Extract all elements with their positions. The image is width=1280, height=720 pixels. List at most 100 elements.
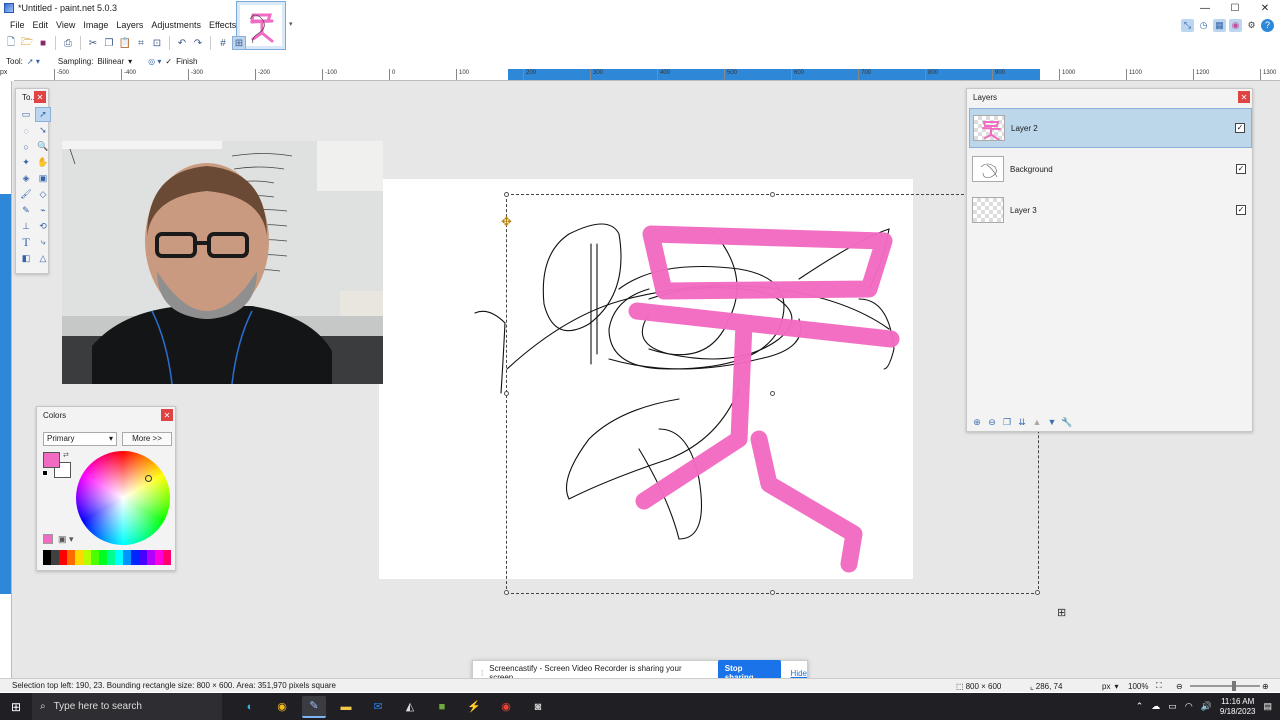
- finish-button[interactable]: Finish: [176, 57, 197, 66]
- sampling-dropdown[interactable]: Bilinear: [97, 57, 124, 66]
- move-tool-icon[interactable]: ➚ ▾: [27, 57, 40, 66]
- redo-icon[interactable]: ↷: [191, 36, 205, 50]
- clone-stamp-tool-icon[interactable]: ⊥: [18, 219, 34, 234]
- history-icon[interactable]: ◷: [1197, 19, 1210, 32]
- palette-swatch[interactable]: [147, 550, 155, 565]
- color-wheel[interactable]: [76, 451, 170, 545]
- crop-icon[interactable]: ⌗: [134, 36, 148, 50]
- layers-window-close-button[interactable]: ✕: [1238, 91, 1250, 103]
- outlook-icon[interactable]: ✉: [366, 696, 390, 718]
- move-layer-down-icon[interactable]: ▼: [1046, 416, 1058, 428]
- shapes-triangle-tool-icon[interactable]: △: [35, 251, 51, 266]
- layer-visibility-checkbox[interactable]: ✓: [1236, 164, 1246, 174]
- magic-wand-tool-icon[interactable]: ✦: [18, 155, 34, 170]
- swap-colors-icon[interactable]: ⇄: [63, 451, 69, 459]
- move-selected-tool-icon[interactable]: ➚: [35, 107, 51, 122]
- blend-mode-icon[interactable]: ◎ ▾: [148, 57, 161, 66]
- menu-edit[interactable]: Edit: [29, 20, 53, 30]
- shapes-tool-icon[interactable]: ◧: [18, 251, 34, 266]
- zoom-selector[interactable]: 100%: [1128, 679, 1148, 693]
- colors-toggle-icon[interactable]: ◉: [1229, 18, 1242, 32]
- battery-icon[interactable]: ▭: [1168, 701, 1177, 712]
- color-picker-tool-icon[interactable]: ⌁: [35, 203, 51, 218]
- more-colors-button[interactable]: More >>: [122, 432, 172, 446]
- pan-tool-icon[interactable]: ✋: [35, 155, 51, 170]
- taskbar-search-box[interactable]: ⌕ Type here to search: [32, 693, 222, 720]
- palette-swatch[interactable]: [75, 550, 83, 565]
- primary-color-swatch[interactable]: [43, 452, 60, 468]
- layer-row-layer-2[interactable]: Layer 2 ✓: [969, 108, 1252, 148]
- layers-toggle-icon[interactable]: ▦: [1213, 18, 1226, 32]
- selection-handle[interactable]: [504, 391, 509, 396]
- close-button[interactable]: ✕: [1250, 0, 1280, 16]
- open-file-icon[interactable]: 🗁: [20, 36, 34, 50]
- zoom-out-icon[interactable]: ⊖: [1176, 679, 1183, 693]
- delete-layer-icon[interactable]: ⊖: [986, 416, 998, 428]
- rectangle-select-tool-icon[interactable]: ▭: [18, 107, 34, 122]
- copy-icon[interactable]: ❐: [102, 36, 116, 50]
- paintbrush-tool-icon[interactable]: 🖌: [18, 187, 34, 202]
- finish-check-icon[interactable]: ✓: [165, 57, 172, 66]
- menu-effects[interactable]: Effects: [205, 20, 240, 30]
- cloud-icon[interactable]: ☁: [1151, 701, 1160, 712]
- windows-start-icon[interactable]: ⊞: [0, 693, 32, 720]
- duplicate-layer-icon[interactable]: ❐: [1001, 416, 1013, 428]
- paintnet-taskbar-icon[interactable]: ✎: [302, 695, 326, 718]
- palette-swatch[interactable]: [59, 550, 67, 565]
- layer-visibility-checkbox[interactable]: ✓: [1236, 205, 1246, 215]
- move-selection-tool-icon[interactable]: ➘: [35, 123, 51, 138]
- drag-handle-icon[interactable]: ⁞: [481, 669, 483, 678]
- palette-swatch[interactable]: [51, 550, 59, 565]
- palette-menu-icon[interactable]: ▣ ▾: [58, 534, 74, 545]
- palette-swatch[interactable]: [163, 550, 171, 565]
- text-tool-icon[interactable]: T: [18, 235, 34, 250]
- new-file-icon[interactable]: 🗋: [4, 36, 18, 50]
- menu-view[interactable]: View: [52, 20, 79, 30]
- help-icon[interactable]: ?: [1261, 18, 1274, 32]
- ruler-icon[interactable]: ⊞: [232, 36, 246, 50]
- chrome-browser-icon[interactable]: ◉: [270, 696, 294, 718]
- hide-sharing-bar-link[interactable]: Hide: [791, 669, 807, 678]
- layer-visibility-checkbox[interactable]: ✓: [1235, 123, 1245, 133]
- maximize-button[interactable]: ☐: [1220, 0, 1250, 16]
- line-curve-tool-icon[interactable]: ⤷: [35, 235, 51, 250]
- gradient-tool-icon[interactable]: ▣: [35, 171, 51, 186]
- selection-handle[interactable]: [504, 192, 509, 197]
- sampling-chevron-down-icon[interactable]: ▾: [128, 57, 132, 66]
- taskbar-clock[interactable]: 11:16 AM 9/18/2023: [1220, 697, 1256, 717]
- layer-row-layer-3[interactable]: Layer 3 ✓: [969, 190, 1252, 230]
- lasso-select-tool-icon[interactable]: ◌: [18, 123, 34, 138]
- tools-window-close-button[interactable]: ✕: [34, 91, 46, 103]
- palette-swatch[interactable]: [83, 550, 91, 565]
- layer-properties-icon[interactable]: 🔧: [1061, 416, 1073, 428]
- colors-window-close-button[interactable]: ✕: [161, 409, 173, 421]
- merge-layer-down-icon[interactable]: ⇊: [1016, 416, 1028, 428]
- color-wheel-picker-handle[interactable]: [145, 475, 152, 482]
- selection-handle[interactable]: [1035, 590, 1040, 595]
- palette-swatch[interactable]: [131, 550, 139, 565]
- selection-handle[interactable]: [770, 192, 775, 197]
- deselect-icon[interactable]: ⊡: [150, 36, 164, 50]
- edge-browser-icon[interactable]: ◐: [238, 696, 262, 718]
- palette-swatch[interactable]: [43, 550, 51, 565]
- zoom-fit-icon[interactable]: ⛶: [1156, 679, 1162, 693]
- paste-icon[interactable]: 📋: [118, 36, 132, 50]
- paint-bucket-tool-icon[interactable]: ◈: [18, 171, 34, 186]
- palette-swatch[interactable]: [99, 550, 107, 565]
- show-hidden-icons-icon[interactable]: ⌃: [1136, 701, 1144, 712]
- selection-handle[interactable]: [770, 590, 775, 595]
- add-layer-icon[interactable]: ⊕: [971, 416, 983, 428]
- app-icon[interactable]: ◭: [398, 696, 422, 718]
- minimize-button[interactable]: —: [1190, 0, 1220, 16]
- pan-handle-icon[interactable]: ⊞: [1057, 606, 1066, 619]
- print-icon[interactable]: ⎙: [61, 36, 75, 50]
- pencil-tool-icon[interactable]: ✎: [18, 203, 34, 218]
- selection-marquee[interactable]: [504, 192, 1040, 595]
- zoom-slider[interactable]: [1190, 681, 1260, 691]
- app-icon[interactable]: ⚡: [462, 696, 486, 718]
- zoom-slider-track[interactable]: [1190, 679, 1260, 693]
- move-layer-up-icon[interactable]: ▲: [1031, 416, 1043, 428]
- menu-image[interactable]: Image: [79, 20, 112, 30]
- cut-icon[interactable]: ✂: [86, 36, 100, 50]
- camera-app-icon[interactable]: ◙: [526, 696, 550, 718]
